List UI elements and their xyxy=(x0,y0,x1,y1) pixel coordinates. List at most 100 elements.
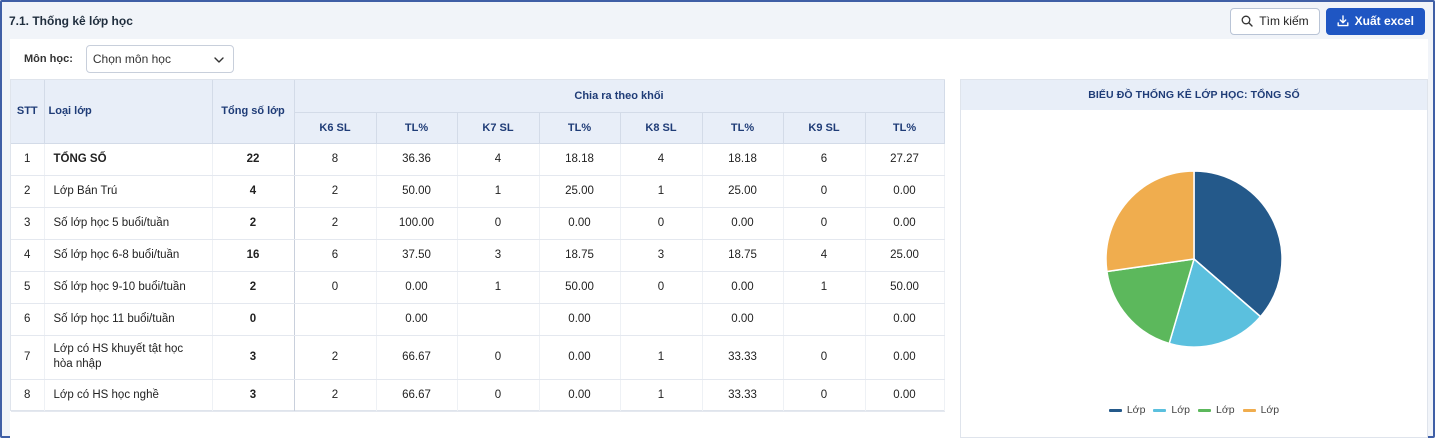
cell-total: 4 xyxy=(212,175,295,208)
legend-item[interactable]: Lớp xyxy=(1198,404,1235,416)
cell-k8p: 33.33 xyxy=(702,379,784,412)
cell-k7: 0 xyxy=(457,379,540,412)
export-excel-button[interactable]: Xuất excel xyxy=(1325,7,1425,35)
pie-chart xyxy=(1105,170,1283,348)
table-row: 1 TỔNG SỐ 22 8 36.36 4 18.18 4 18.18 6 27.27 xyxy=(11,143,945,176)
cell-k6: 2 xyxy=(294,207,377,240)
cell-k6: 2 xyxy=(294,335,377,380)
header-actions: Tìm kiếm Xuất excel xyxy=(1230,7,1425,35)
legend-item[interactable]: Lớp xyxy=(1242,404,1280,416)
cell-k6p: 50.00 xyxy=(376,175,458,208)
cell-k8 xyxy=(620,302,703,336)
cell-k7: 1 xyxy=(457,271,540,304)
pie-slice[interactable] xyxy=(1105,170,1195,273)
cell-k8p: 18.18 xyxy=(702,143,784,176)
cell-k9: 0 xyxy=(783,335,866,380)
cell-class-type: Số lớp học 9-10 buổi/tuần xyxy=(44,271,213,304)
table-row: 8 Lớp có HS học nghề 3 2 66.67 0 0.00 1 33.33 0 0.… xyxy=(11,379,945,412)
col-header-total: Tổng số lớp xyxy=(212,80,295,144)
col-header-k6-percent: TL% xyxy=(376,112,458,144)
cell-k9 xyxy=(783,302,866,336)
cell-k7p: 0.00 xyxy=(539,302,621,336)
subject-select[interactable]: Chọn môn học xyxy=(85,45,234,73)
cell-k7p: 18.75 xyxy=(539,239,621,272)
cell-k8p: 33.33 xyxy=(702,335,784,380)
col-header-k7: K7 SL xyxy=(457,112,540,144)
cell-total: 2 xyxy=(212,207,295,240)
cell-k6p: 100.00 xyxy=(376,207,458,240)
chart-title: BIỂU ĐỒ THỐNG KÊ LỚP HỌC: TỔNG SỐ xyxy=(961,80,1427,110)
cell-stt: 3 xyxy=(11,207,45,240)
export-button-label: Xuất excel xyxy=(1354,14,1414,28)
chart-legend: Lớp Lớp Lớp Lớp xyxy=(961,404,1427,416)
cell-k7: 0 xyxy=(457,207,540,240)
table-row: 7 Lớp có HS khuyết tật học hòa nhập 3 2 66.6… xyxy=(11,335,945,380)
chevron-down-icon xyxy=(214,52,224,66)
content-panel: Môn học: Chọn môn học STT Loại lớp Tổng … xyxy=(10,39,1428,438)
report-frame: 7.1. Thống kê lớp học Tìm kiếm Xuất exce… xyxy=(0,0,1435,438)
cell-k9: 0 xyxy=(783,379,866,412)
cell-k9: 1 xyxy=(783,271,866,304)
cell-k8: 1 xyxy=(620,175,703,208)
cell-k8: 4 xyxy=(620,143,703,176)
cell-k8: 3 xyxy=(620,239,703,272)
cell-k7: 0 xyxy=(457,335,540,380)
col-header-stt: STT xyxy=(11,80,45,144)
cell-k7p: 0.00 xyxy=(539,335,621,380)
legend-swatch xyxy=(1198,408,1211,412)
cell-k6p: 0.00 xyxy=(376,271,458,304)
cell-total: 3 xyxy=(212,379,295,412)
col-header-group: Chia ra theo khối xyxy=(294,80,945,113)
cell-k7: 1 xyxy=(457,175,540,208)
col-header-class-type: Loại lớp xyxy=(44,80,213,144)
table-row: 5 Số lớp học 9-10 buổi/tuần 2 0 0.00 1 50.00 0 0… xyxy=(11,271,945,304)
cell-total: 2 xyxy=(212,271,295,304)
legend-swatch xyxy=(1153,408,1167,412)
cell-k8: 0 xyxy=(620,207,703,240)
cell-k8p: 0.00 xyxy=(702,207,784,240)
cell-k6 xyxy=(294,302,377,336)
subject-filter: Môn học: Chọn môn học xyxy=(24,45,234,73)
cell-k8p: 0.00 xyxy=(702,302,784,336)
chart-panel: BIỂU ĐỒ THỐNG KÊ LỚP HỌC: TỔNG SỐ Lớp Lớp… xyxy=(960,79,1428,438)
legend-label: Lớp xyxy=(1216,404,1235,416)
cell-class-type: Lớp Bán Trú xyxy=(44,175,213,208)
cell-k8: 0 xyxy=(620,271,703,304)
search-button[interactable]: Tìm kiếm xyxy=(1230,7,1320,35)
legend-label: Lớp xyxy=(1171,404,1190,416)
cell-total: 0 xyxy=(212,302,295,336)
cell-k9p: 50.00 xyxy=(865,271,945,304)
section-title: 7.1. Thống kê lớp học xyxy=(9,14,133,28)
cell-class-type: Lớp có HS học nghề xyxy=(44,379,213,412)
cell-k8p: 0.00 xyxy=(702,271,784,304)
col-header-k8: K8 SL xyxy=(620,112,703,144)
table-row: 6 Số lớp học 11 buổi/tuần 0 0.00 0.00 0.00 0.0… xyxy=(11,302,945,336)
cell-k7: 3 xyxy=(457,239,540,272)
cell-k6p: 37.50 xyxy=(376,239,458,272)
legend-item[interactable]: Lớp xyxy=(1108,404,1145,416)
cell-class-type: TỔNG SỐ xyxy=(44,143,213,176)
cell-k9: 0 xyxy=(783,175,866,208)
cell-k7p: 0.00 xyxy=(539,207,621,240)
subject-select-value: Chọn môn học xyxy=(92,52,171,66)
col-header-k9: K9 SL xyxy=(783,112,866,144)
search-button-label: Tìm kiếm xyxy=(1259,14,1309,28)
cell-k6p: 66.67 xyxy=(376,379,458,412)
cell-k9: 4 xyxy=(783,239,866,272)
cell-k7: 4 xyxy=(457,143,540,176)
cell-k8p: 18.75 xyxy=(702,239,784,272)
cell-k6p: 66.67 xyxy=(376,335,458,380)
cell-class-type: Lớp có HS khuyết tật học hòa nhập xyxy=(44,335,213,380)
cell-k9p: 0.00 xyxy=(865,335,945,380)
legend-label: Lớp xyxy=(1260,404,1280,416)
cell-class-type: Số lớp học 5 buổi/tuần xyxy=(44,207,213,240)
cell-k7 xyxy=(457,302,540,336)
download-icon xyxy=(1337,15,1349,27)
table-body: 1 TỔNG SỐ 22 8 36.36 4 18.18 4 18.18 6 27.27 2 Lớp B… xyxy=(11,143,945,412)
subject-filter-label: Môn học: xyxy=(24,53,73,65)
cell-k9p: 0.00 xyxy=(865,379,945,412)
cell-k7p: 18.18 xyxy=(539,143,621,176)
cell-k8: 1 xyxy=(620,335,703,380)
cell-stt: 6 xyxy=(11,302,45,336)
legend-item[interactable]: Lớp xyxy=(1153,404,1190,416)
